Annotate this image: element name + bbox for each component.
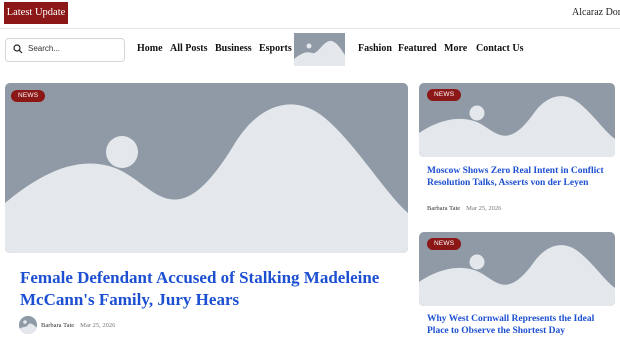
nav-fashion[interactable]: Fashion [358,43,392,54]
side-article-2-image[interactable]: NEWS [419,232,615,306]
nav-esports[interactable]: Esports [259,43,292,54]
nav-contact-us[interactable]: Contact Us [476,43,524,54]
category-badge[interactable]: NEWS [427,89,462,101]
category-badge[interactable]: NEWS [11,90,46,102]
nav-featured[interactable]: Featured [398,43,437,54]
nav-business[interactable]: Business [215,43,252,54]
post-date: Mar 25, 2026 [80,322,116,329]
nav-more[interactable]: More [444,43,467,54]
search-input[interactable]: Search... [5,38,125,62]
author-name[interactable]: Barbara Tate [427,205,460,212]
featured-byline: Barbara Tate Mar 25, 2026 [41,322,115,329]
search-placeholder: Search... [28,44,61,53]
nav-home[interactable]: Home [137,43,163,54]
side-article-1-byline: Barbara Tate Mar 25, 2026 [427,205,501,212]
author-avatar[interactable] [19,316,37,334]
featured-title[interactable]: Female Defendant Accused of Stalking Mad… [20,267,380,311]
ticker-bar: Latest Update Alcaraz Dominates [0,0,620,29]
nav-all-posts[interactable]: All Posts [170,43,208,54]
featured-image[interactable]: NEWS [5,83,408,253]
post-date: Mar 25, 2026 [466,205,502,212]
ticker-headline[interactable]: Alcaraz Dominates [572,7,620,18]
side-article-1-image[interactable]: NEWS [419,83,615,157]
site-logo[interactable] [294,33,345,66]
author-name[interactable]: Barbara Tate [41,322,74,329]
side-article-2-title[interactable]: Why West Cornwall Represents the Ideal P… [427,313,612,337]
category-badge[interactable]: NEWS [427,238,462,250]
latest-update-badge: Latest Update [4,2,68,24]
search-icon [13,44,23,54]
side-article-1-title[interactable]: Moscow Shows Zero Real Intent in Conflic… [427,165,612,189]
